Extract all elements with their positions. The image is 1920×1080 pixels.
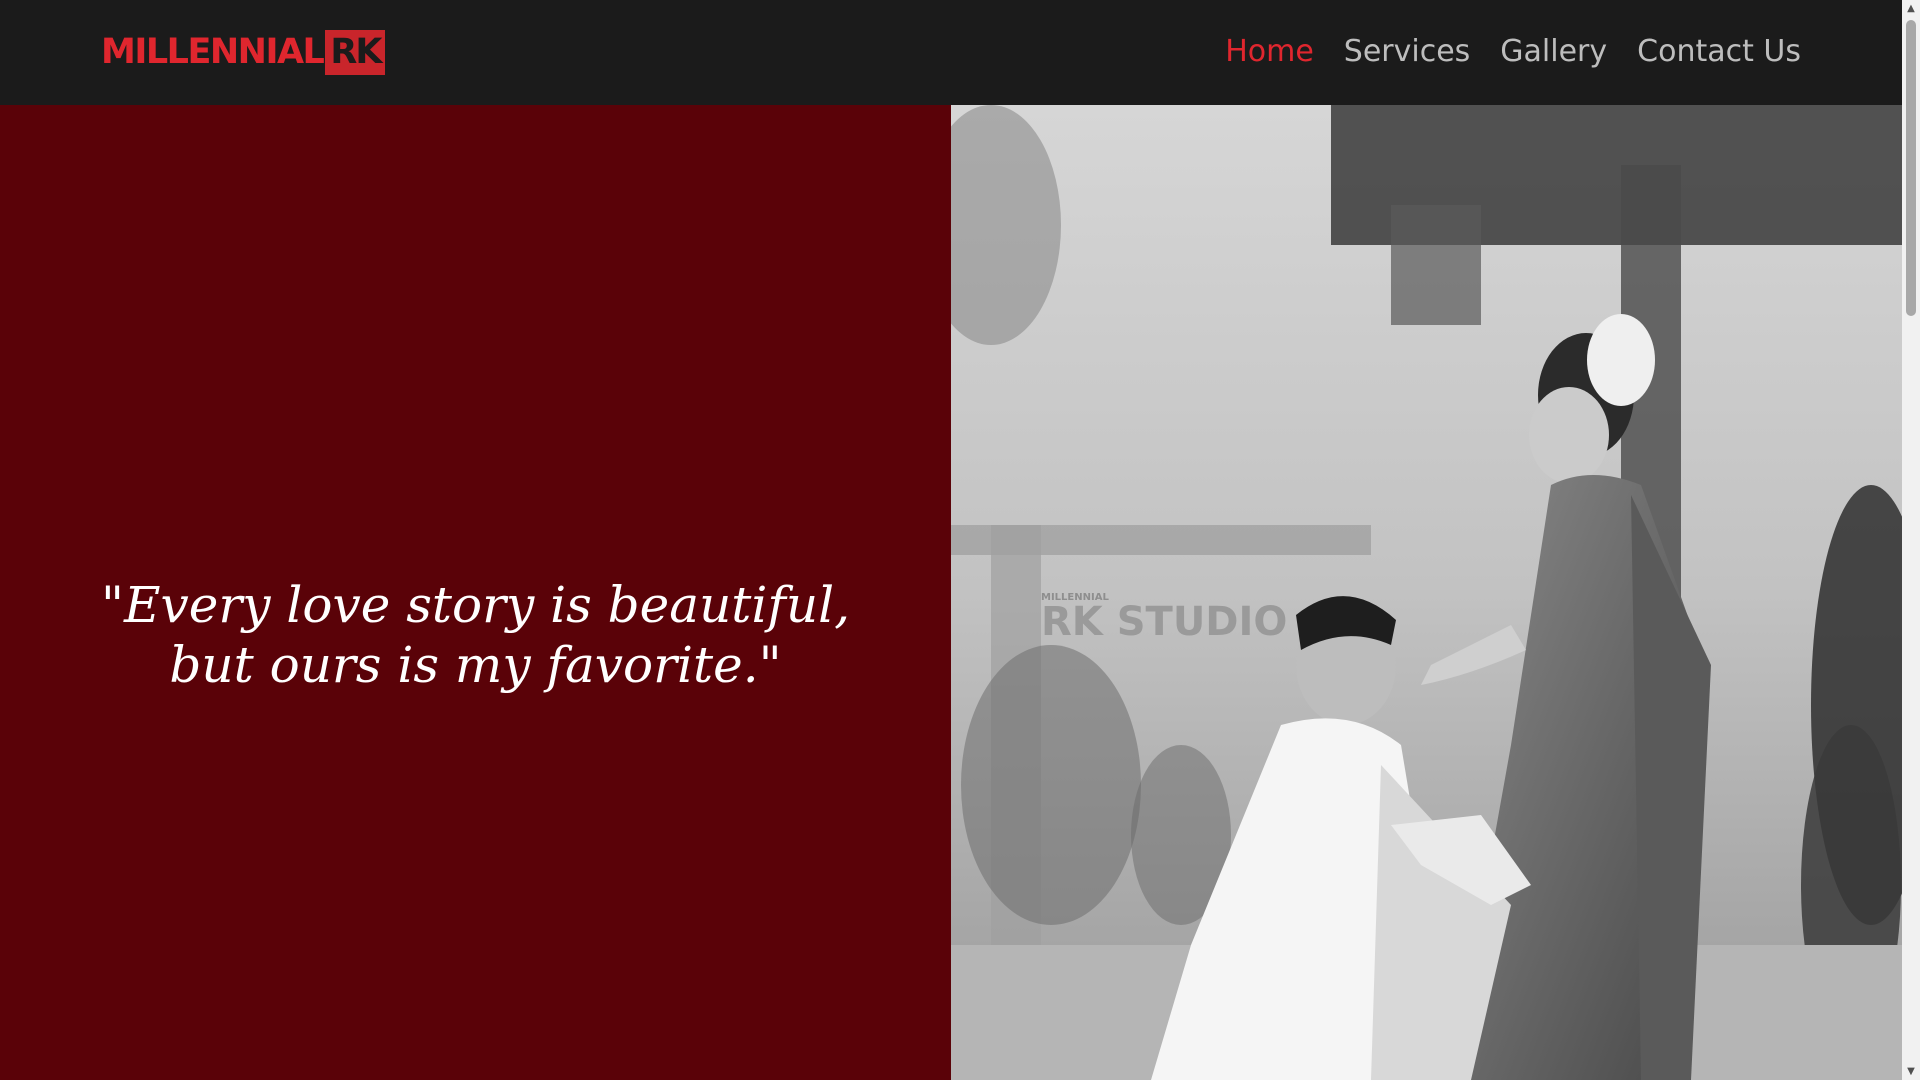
quote-line-2: but ours is my favorite." (169, 636, 782, 694)
scroll-up-arrow-icon[interactable]: ▲ (1902, 0, 1920, 17)
hero-quote-panel: "Every love story is beautiful, but ours… (0, 105, 951, 1080)
hero-photo: MILLENNIAL RK STUDIO (951, 105, 1902, 1080)
vertical-scrollbar[interactable]: ▲ ▼ (1902, 0, 1920, 1080)
nav-gallery[interactable]: Gallery (1500, 30, 1607, 74)
page: MILLENNIAL RK Home Services Gallery Cont… (0, 0, 1920, 1080)
logo-box-text: RK (325, 30, 386, 75)
logo-text: MILLENNIAL (101, 32, 325, 72)
scroll-thumb[interactable] (1906, 20, 1916, 316)
watermark-text: RK STUDIO (1041, 599, 1287, 645)
wedding-couple-photo-icon: MILLENNIAL RK STUDIO (951, 105, 1902, 1080)
nav-services[interactable]: Services (1344, 30, 1471, 74)
main-nav: Home Services Gallery Contact Us (1225, 30, 1801, 74)
nav-home[interactable]: Home (1225, 30, 1314, 74)
site-logo[interactable]: MILLENNIAL RK (101, 29, 386, 76)
nav-contact-us[interactable]: Contact Us (1637, 30, 1801, 74)
hero-quote: "Every love story is beautiful, but ours… (0, 575, 951, 695)
quote-line-1: "Every love story is beautiful, (101, 576, 850, 634)
scroll-down-arrow-icon[interactable]: ▼ (1902, 1063, 1920, 1080)
site-header: MILLENNIAL RK Home Services Gallery Cont… (0, 0, 1902, 105)
